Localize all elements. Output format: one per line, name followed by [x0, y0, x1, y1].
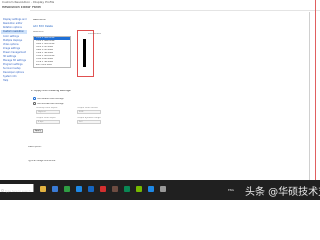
sidebar-item-rotation[interactable]: Rotation options	[3, 26, 27, 29]
taskbar-app-icon[interactable]	[64, 186, 70, 192]
sidebar-item-video-options[interactable]: Video options	[3, 43, 27, 46]
radio-default-color-label: Use default color settings	[37, 97, 64, 100]
taskbar-app-icon[interactable]	[88, 186, 94, 192]
window-subtitle: Resolution Editor Panel	[2, 6, 42, 9]
taskbar-app-icon[interactable]	[160, 186, 166, 192]
radio-default-color[interactable]	[33, 97, 36, 100]
watermark-text: 头条 @华硕技术支	[245, 187, 320, 198]
radio-nvidia-color[interactable]	[33, 102, 36, 105]
sidebar-item-display-settings[interactable]: Display settings and info	[3, 18, 27, 21]
sidebar-item-help[interactable]: Help	[3, 79, 27, 82]
tab-edit[interactable]: Edit	[39, 25, 44, 28]
sidebar-item-developer[interactable]: Developer options	[3, 71, 27, 74]
sidebar-item-system-info[interactable]: System info	[3, 75, 27, 78]
vertical-scrollbar[interactable]	[308, 12, 310, 182]
output-color-format-select[interactable]: RGB	[77, 110, 101, 114]
search-icon	[1, 189, 4, 192]
field-label: Output color depth:	[36, 117, 57, 119]
sidebar-item-3d-settings[interactable]: 3D settings	[3, 55, 27, 58]
tab-delete[interactable]: Delete	[45, 25, 53, 28]
sidebar-item-resolution-editor[interactable]: Resolution editor	[3, 22, 27, 25]
description-label: Description:	[28, 146, 42, 148]
sidebar-item-custom-resolution[interactable]: Custom resolution	[1, 30, 27, 34]
desktop-color-depth-select[interactable]: Highest	[36, 110, 60, 114]
sidebar-item-power[interactable]: Power management	[3, 51, 27, 54]
field-label: Desktop color depth:	[36, 107, 58, 109]
list-label: Resolution	[33, 31, 45, 33]
preview-label: Preview area	[88, 33, 101, 35]
apply-settings-title: 2. Apply the following settings:	[31, 90, 72, 92]
usage-label: Typical usage scenarios:	[28, 160, 56, 162]
output-color-depth-select[interactable]: 8 bpc	[36, 120, 60, 124]
preview-bar	[83, 39, 86, 67]
taskbar-app-icon[interactable]	[52, 186, 58, 192]
sidebar-item-surround[interactable]: Surround setup	[3, 67, 27, 70]
window-title: Custom Resolution - Display Profile	[2, 1, 55, 4]
taskbar-app-icon[interactable]	[40, 186, 46, 192]
sidebar-item-image-settings[interactable]: Image settings	[3, 47, 27, 50]
resolution-list[interactable]: 1920 x 1080 60Hz 1920 x 1080 50Hz 1680 x…	[33, 36, 71, 68]
output-dynamic-range-select[interactable]: Full	[77, 120, 101, 124]
header-divider	[30, 10, 320, 11]
taskbar-app-icon[interactable]	[124, 186, 130, 192]
search-input[interactable]: Type here to search	[5, 190, 31, 193]
section-heading: Resolution	[33, 19, 47, 21]
right-highlight-frame	[315, 0, 320, 188]
list-item[interactable]: 800 x 600 60Hz	[34, 64, 70, 67]
taskbar-app-icon[interactable]	[112, 186, 118, 192]
sidebar-item-program-settings[interactable]: Program settings	[3, 63, 27, 66]
apply-button[interactable]: Apply	[33, 129, 43, 133]
field-label: Output dynamic range:	[77, 117, 102, 119]
taskbar-app-icon[interactable]	[100, 186, 106, 192]
radio-nvidia-color-label: Use NVIDIA color settings	[37, 102, 64, 105]
sidebar-item-manage-3d[interactable]: Manage 3D settings	[3, 59, 27, 62]
tray-language[interactable]: ENG	[228, 188, 234, 192]
sidebar-item-multiple-displays[interactable]: Multiple displays	[3, 39, 27, 42]
sidebar-item-color-settings[interactable]: Color settings	[3, 35, 27, 38]
tab-add[interactable]: Add	[33, 25, 38, 28]
taskbar-app-icon[interactable]	[148, 186, 154, 192]
taskbar-app-icon[interactable]	[136, 186, 142, 192]
taskbar-app-icon[interactable]	[76, 186, 82, 192]
field-label: Output color format:	[77, 107, 99, 109]
